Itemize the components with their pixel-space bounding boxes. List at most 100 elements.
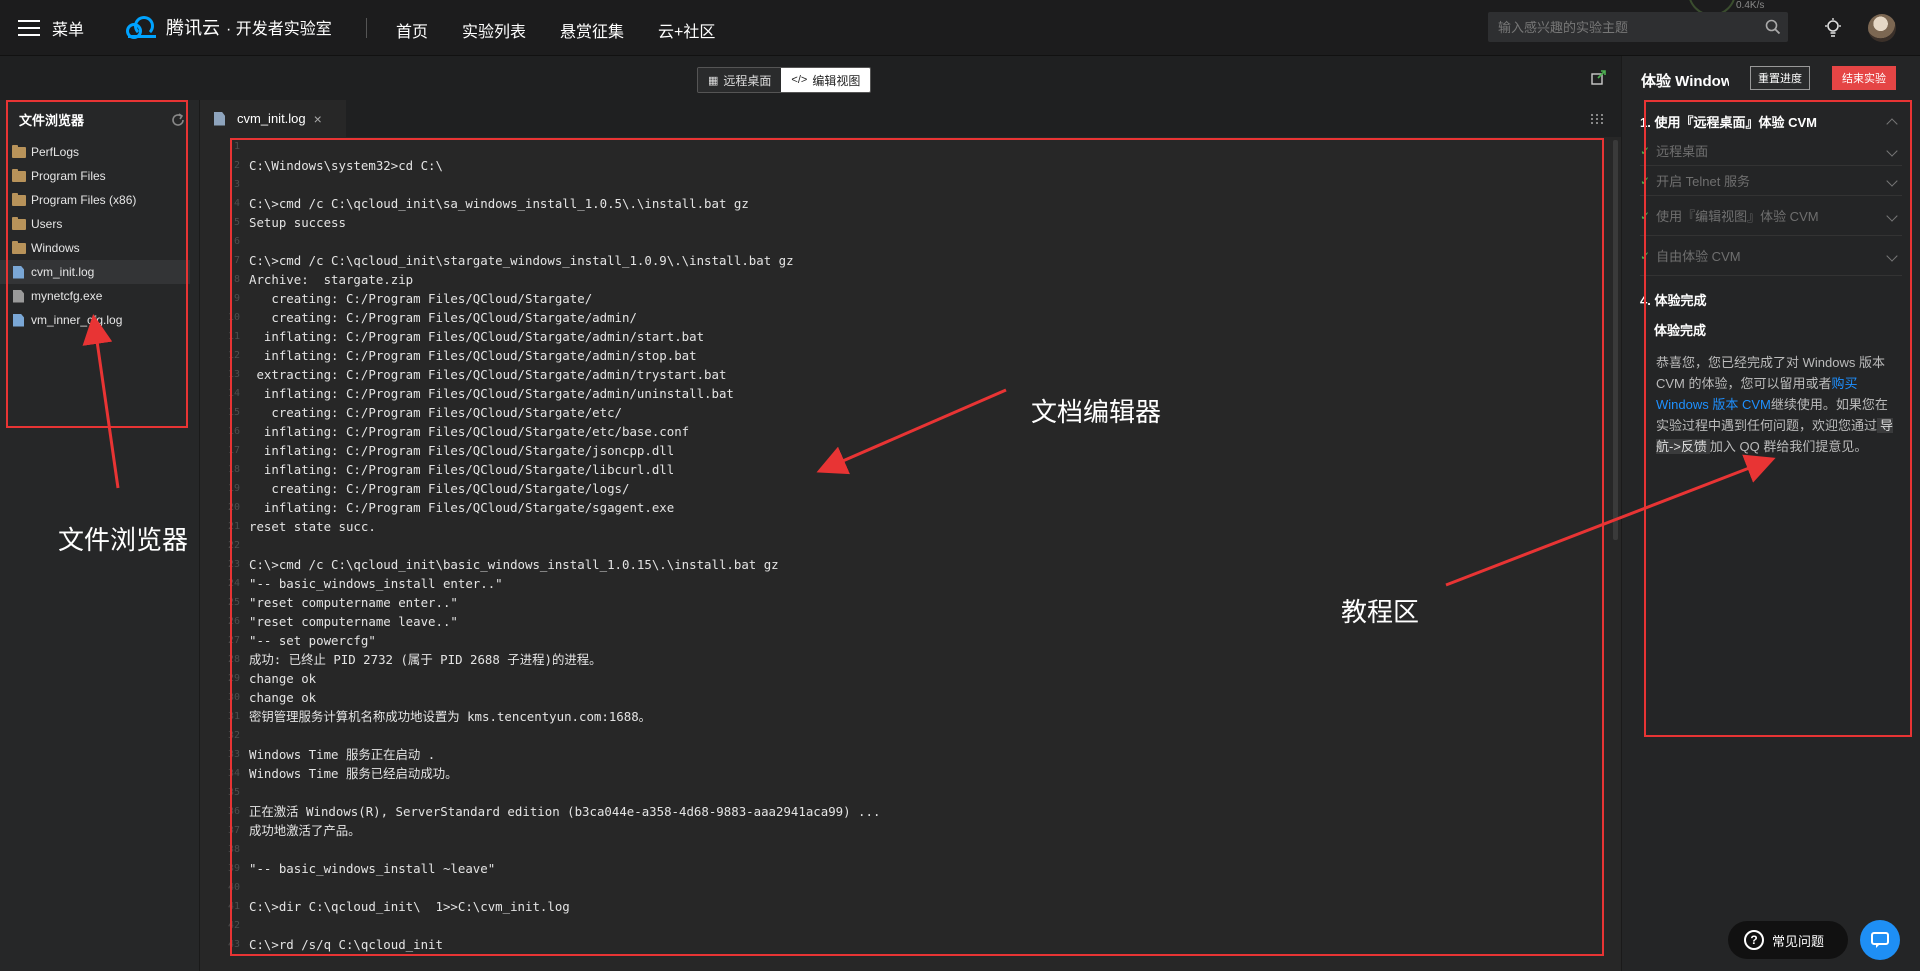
view-toggle: ▦ 远程桌面 </> 编辑视图 — [697, 67, 872, 93]
line-text: 成功地激活了产品。 — [249, 823, 361, 838]
nav-link-community[interactable]: 云+社区 — [658, 18, 715, 42]
chevron-down-icon — [1886, 144, 1898, 157]
end-experiment-button[interactable]: 结束实验 — [1832, 66, 1896, 90]
chevron-up-icon — [1886, 118, 1898, 130]
nav-link-bounty[interactable]: 悬赏征集 — [560, 18, 624, 42]
tutorial-panel: 体验 Windows 重置进度 结束实验 1. 使用『远程桌面』体验 CVM ✓… — [1621, 56, 1920, 971]
code-line: 8 Archive: stargate.zip — [200, 270, 1621, 289]
export-icon[interactable] — [1590, 69, 1608, 87]
line-text — [240, 916, 249, 935]
file-item-label: cvm_init.log — [31, 265, 95, 279]
refresh-icon[interactable] — [170, 112, 186, 128]
nav-link-experiments[interactable]: 实验列表 — [462, 18, 526, 42]
menu-button[interactable]: 菜单 — [18, 16, 84, 40]
folder-icon — [12, 240, 26, 254]
file-item-windows[interactable]: Windows — [0, 236, 190, 260]
line-number: 18 — [227, 464, 240, 475]
nav-divider — [366, 18, 367, 38]
line-number: 43 — [227, 939, 240, 950]
step-4-header[interactable]: 4. 体验完成 — [1640, 284, 1902, 314]
search-icon[interactable] — [1758, 12, 1788, 42]
line-text: extracting: C:/Program Files/QCloud/Star… — [249, 367, 727, 382]
network-speed-text: 0.4K/s — [1736, 0, 1765, 11]
line-text: change ok — [249, 671, 317, 686]
line-number: 2 — [233, 160, 240, 171]
code-line: 23 C:\>cmd /c C:\qcloud_init\basic_window… — [200, 555, 1621, 574]
file-item-vm-inner-cfg[interactable]: vm_inner_cfg.log — [0, 308, 190, 332]
chevron-down-icon — [1886, 209, 1898, 222]
step-3-header[interactable]: ✓ 自由体验 CVM — [1640, 236, 1902, 276]
editor-tab-cvm-init-log[interactable]: cvm_init.log × — [200, 100, 346, 137]
document-icon — [214, 111, 225, 126]
document-editor: cvm_init.log × 1 2 C:\Windows\system32>cd … — [200, 100, 1621, 971]
code-line: 3 — [200, 175, 1621, 194]
search-input[interactable] — [1488, 19, 1758, 35]
done-header: 体验完成 — [1640, 314, 1902, 344]
line-number: 35 — [227, 787, 240, 798]
file-item-label: Program Files (x86) — [31, 193, 137, 207]
code-line: 21 reset state succ. — [200, 517, 1621, 536]
line-text: Archive: stargate.zip — [249, 272, 414, 287]
edit-view-button[interactable]: </> 编辑视图 — [781, 68, 871, 92]
code-line: 42 — [200, 916, 1621, 935]
file-item-cvm-init-log[interactable]: cvm_init.log — [0, 260, 190, 284]
chat-button[interactable] — [1860, 920, 1900, 960]
brand-logo[interactable]: 腾讯云 · 开发者实验室 — [124, 14, 332, 40]
check-icon: ✓ — [1640, 248, 1651, 263]
faq-button[interactable]: ? 常见问题 — [1728, 921, 1848, 959]
code-area[interactable]: 1 2 C:\Windows\system32>cd C:\ 3 4 C:\>cmd /c… — [200, 137, 1621, 971]
top-navbar: 0.4K/s 菜单 腾讯云 · 开发者实验室 首页 实验列表 悬赏征集 云+社区 — [0, 0, 1920, 56]
line-number: 30 — [227, 692, 240, 703]
nav-link-home[interactable]: 首页 — [396, 18, 428, 42]
lightbulb-icon[interactable] — [1821, 16, 1845, 40]
line-text: 正在激活 Windows(R), ServerStandard edition … — [249, 804, 881, 819]
file-item-perflogs[interactable]: PerfLogs — [0, 140, 190, 164]
line-text: "-- basic_windows_install ~leave" — [249, 861, 496, 876]
line-text: Setup success — [249, 215, 346, 230]
code-line: 12 inflating: C:/Program Files/QCloud/St… — [200, 346, 1621, 365]
line-number: 13 — [227, 369, 240, 380]
line-text: creating: C:/Program Files/QCloud/Starga… — [249, 481, 630, 496]
step-1-header[interactable]: 1. 使用『远程桌面』体验 CVM — [1640, 106, 1902, 136]
line-number: 40 — [227, 882, 240, 893]
line-number: 27 — [227, 635, 240, 646]
line-number: 11 — [227, 331, 240, 342]
code-line: 38 — [200, 840, 1621, 859]
file-icon — [13, 265, 24, 279]
file-item-users[interactable]: Users — [0, 212, 190, 236]
line-text: creating: C:/Program Files/QCloud/Starga… — [249, 405, 622, 420]
code-line: 17 inflating: C:/Program Files/QCloud/St… — [200, 441, 1621, 460]
file-item-program-files[interactable]: Program Files — [0, 164, 190, 188]
line-number: 4 — [233, 198, 240, 209]
editor-tab-label: cvm_init.log — [237, 111, 306, 126]
file-item-program-files-x86[interactable]: Program Files (x86) — [0, 188, 190, 212]
code-line: 19 creating: C:/Program Files/QCloud/Sta… — [200, 479, 1621, 498]
menu-label: 菜单 — [52, 22, 85, 39]
check-icon: ✓ — [1640, 143, 1651, 158]
sub-step-remote-desktop[interactable]: ✓ 远程桌面 — [1640, 136, 1902, 166]
line-number: 21 — [227, 521, 240, 532]
code-line: 43 C:\>rd /s/q C:\qcloud_init — [200, 935, 1621, 954]
line-text: inflating: C:/Program Files/QCloud/Starg… — [249, 443, 675, 458]
code-line: 28 成功: 已终止 PID 2732 (属于 PID 2688 子进程)的进程。 — [200, 650, 1621, 669]
line-text: inflating: C:/Program Files/QCloud/Starg… — [249, 386, 734, 401]
line-text: "-- basic_windows_install enter.." — [249, 576, 503, 591]
reset-progress-button[interactable]: 重置进度 — [1750, 66, 1810, 90]
chevron-down-icon — [1886, 249, 1898, 262]
grid-menu-icon[interactable] — [1591, 112, 1603, 124]
brand-subtitle: · 开发者实验室 — [226, 21, 332, 38]
line-text: inflating: C:/Program Files/QCloud/Starg… — [249, 424, 690, 439]
file-item-mynetcfg[interactable]: mynetcfg.exe — [0, 284, 190, 308]
code-line: 6 — [200, 232, 1621, 251]
editor-scrollbar[interactable] — [1613, 140, 1618, 540]
line-number: 19 — [227, 483, 240, 494]
file-item-label: PerfLogs — [31, 145, 80, 159]
line-number: 37 — [227, 825, 240, 836]
step-2-header[interactable]: ✓ 使用『编辑视图』体验 CVM — [1640, 196, 1902, 236]
close-icon[interactable]: × — [314, 111, 322, 127]
remote-desktop-button[interactable]: ▦ 远程桌面 — [698, 68, 782, 92]
code-line: 36 正在激活 Windows(R), ServerStandard editio… — [200, 802, 1621, 821]
user-avatar[interactable] — [1868, 14, 1896, 42]
sub-step-telnet[interactable]: ✓ 开启 Telnet 服务 — [1640, 166, 1902, 196]
line-text: inflating: C:/Program Files/QCloud/Starg… — [249, 500, 675, 515]
